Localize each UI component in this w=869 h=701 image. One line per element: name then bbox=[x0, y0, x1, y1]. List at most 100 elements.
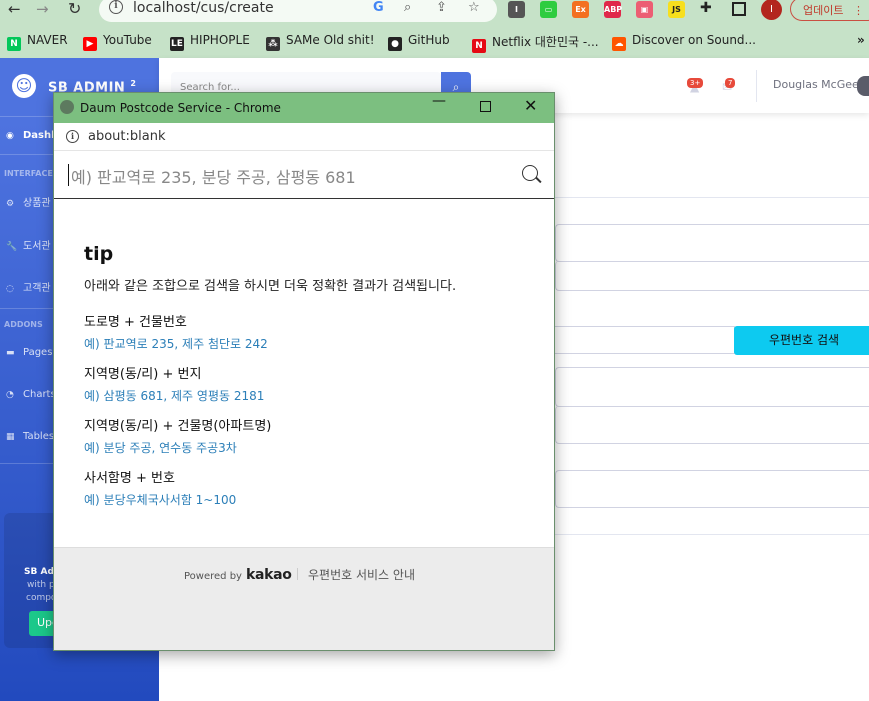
powered-by-text: Powered by bbox=[184, 571, 242, 582]
bookmark-label: Discover on Sound... bbox=[632, 33, 756, 47]
postcode-search-box[interactable]: 예) 판교역로 235, 분당 주공, 삼평동 681 bbox=[54, 152, 554, 199]
sidebar-item-1[interactable]: 🔧 도서관 bbox=[6, 237, 51, 252]
service-guide-link[interactable]: 우편번호 서비스 안내 bbox=[308, 566, 415, 583]
sidebar-icon: 🔧 bbox=[6, 242, 18, 252]
form-divider bbox=[555, 534, 869, 535]
popup-title: Daum Postcode Service - Chrome bbox=[80, 101, 281, 115]
update-button[interactable]: 업데이트 ⋮ bbox=[790, 0, 869, 21]
sidebar-icon: ▦ bbox=[6, 432, 15, 442]
close-icon[interactable]: ✕ bbox=[524, 96, 537, 115]
youtube-icon: ▶ bbox=[83, 37, 97, 51]
maximize-icon[interactable] bbox=[480, 101, 491, 112]
sidebar-item-label: Tables bbox=[23, 431, 55, 442]
globe-icon bbox=[60, 100, 74, 114]
url-text: localhost/cus/create bbox=[133, 0, 274, 16]
popup-titlebar[interactable]: Daum Postcode Service - Chrome — ✕ bbox=[54, 93, 554, 123]
sidebar-item-dashboard[interactable]: ◉ Dashb bbox=[6, 130, 58, 141]
naver-icon: N bbox=[7, 37, 21, 51]
sidebar-icon: ▬ bbox=[6, 348, 15, 358]
reload-icon[interactable]: ↻ bbox=[68, 0, 81, 20]
search-tip-category: 지역명(동/리) + 건물명(아파트명) bbox=[84, 419, 272, 434]
sidebar-item-label: 고객관 bbox=[23, 283, 51, 294]
zoom-icon[interactable]: ⌕ bbox=[404, 0, 411, 15]
address-bar[interactable]: i localhost/cus/create G ⌕ ⇪ ☆ bbox=[99, 0, 497, 22]
more-bookmarks-icon[interactable]: » bbox=[857, 33, 865, 47]
form-input[interactable] bbox=[555, 261, 869, 291]
popup-address-bar: i about:blank bbox=[54, 123, 554, 151]
laugh-wink-icon: ☺ bbox=[12, 74, 36, 98]
sidebar-item-2[interactable]: ◌ 고객관 bbox=[6, 279, 51, 294]
back-icon[interactable]: ← bbox=[8, 0, 21, 20]
sidebar-addon-2[interactable]: ▦ Tables bbox=[6, 431, 54, 442]
promo-text-2: compo bbox=[26, 593, 57, 603]
search-tip-example: 예) 분당우체국사서함 1~100 bbox=[84, 493, 237, 507]
profile-avatar[interactable]: I bbox=[761, 0, 782, 20]
browser-toolbar: ← → ↻ i localhost/cus/create G ⌕ ⇪ ☆ I ▭ E… bbox=[0, 0, 869, 58]
sidebar-icon: ⚙ bbox=[6, 199, 15, 209]
hiphople-icon: LE bbox=[170, 37, 184, 51]
brand-sup: 2 bbox=[130, 79, 137, 88]
extensions-puzzle-icon[interactable]: ✚ bbox=[700, 0, 712, 16]
tip-title: tip bbox=[84, 243, 114, 265]
bookmark-4[interactable]: ● GitHub bbox=[388, 33, 450, 51]
extension-icon[interactable]: I bbox=[508, 1, 525, 18]
zipcode-input[interactable] bbox=[555, 326, 735, 354]
update-label: 업데이트 bbox=[803, 4, 844, 17]
bookmark-label: SAMe Old shit! bbox=[286, 33, 375, 47]
bookmark-0[interactable]: N NAVER bbox=[7, 33, 68, 51]
menu-dots-icon: ⋮ bbox=[852, 4, 864, 17]
tip-description: 아래와 같은 조합으로 검색을 하시면 더욱 정확한 결과가 검색됩니다. bbox=[84, 279, 457, 294]
bookmark-label: NAVER bbox=[27, 33, 68, 47]
info-icon[interactable]: i bbox=[66, 130, 79, 143]
sidebar-icon: ◌ bbox=[6, 284, 14, 294]
kakao-logo[interactable]: kakao bbox=[246, 567, 292, 583]
bookmark-6[interactable]: ☁ Discover on Sound... bbox=[612, 33, 756, 51]
sidebar-item-0[interactable]: ⚙ 상품관 bbox=[6, 194, 51, 209]
extension-icon[interactable]: ABP bbox=[604, 1, 622, 18]
promo-text-1: with p bbox=[27, 580, 55, 590]
bookmark-3[interactable]: ⁂ SAMe Old shit! bbox=[266, 33, 375, 51]
sidebar-item-label: 도서관 bbox=[23, 241, 51, 252]
user-name[interactable]: Douglas McGee bbox=[773, 78, 859, 91]
share-icon[interactable]: ⇪ bbox=[436, 0, 447, 15]
site-info-icon[interactable]: i bbox=[109, 0, 123, 14]
bookmark-5[interactable]: N Netflix 대한민국 -... bbox=[472, 33, 599, 53]
form-divider bbox=[555, 197, 869, 198]
search-icon[interactable] bbox=[522, 165, 538, 181]
extension-icon[interactable]: JS bbox=[668, 1, 685, 18]
postcode-popup-window: Daum Postcode Service - Chrome — ✕ i abo… bbox=[53, 92, 555, 651]
user-avatar[interactable] bbox=[857, 76, 869, 96]
form-input[interactable] bbox=[555, 470, 869, 508]
search-tip-category: 도로명 + 건물번호 bbox=[84, 315, 187, 330]
popup-url: about:blank bbox=[88, 129, 166, 144]
bookmark-2[interactable]: LE HIPHOPLE bbox=[170, 33, 250, 51]
search-tip-example: 예) 삼평동 681, 제주 영평동 2181 bbox=[84, 389, 265, 403]
search-tip-example: 예) 분당 주공, 연수동 주공3차 bbox=[84, 441, 237, 455]
extension-icon[interactable]: ▭ bbox=[540, 1, 557, 18]
bookmark-star-icon[interactable]: ☆ bbox=[468, 0, 480, 15]
same-icon: ⁂ bbox=[266, 37, 280, 51]
search-tip-category: 사서함명 + 번호 bbox=[84, 471, 175, 486]
powered-by: Powered by kakao bbox=[184, 567, 292, 583]
google-icon[interactable]: G bbox=[373, 0, 384, 15]
bookmark-label: GitHub bbox=[408, 33, 450, 47]
netflix-icon: N bbox=[472, 39, 486, 53]
bookmark-1[interactable]: ▶ YouTube bbox=[83, 33, 152, 51]
sidebar-addon-1[interactable]: ◔ Charts bbox=[6, 389, 56, 400]
sidepanel-icon[interactable] bbox=[732, 2, 746, 16]
zipcode-search-button[interactable]: 우편번호 검색 bbox=[734, 326, 869, 355]
footer-divider bbox=[297, 568, 298, 580]
sidebar-addon-0[interactable]: ▬ Pages bbox=[6, 347, 52, 358]
form-input[interactable] bbox=[555, 406, 869, 444]
form-input[interactable] bbox=[555, 367, 869, 407]
form-input[interactable] bbox=[555, 224, 869, 262]
postcode-search-input[interactable]: 예) 판교역로 235, 분당 주공, 삼평동 681 bbox=[68, 164, 356, 187]
extension-icon[interactable]: ▣ bbox=[636, 1, 653, 18]
extension-icon[interactable]: Ex bbox=[572, 1, 589, 18]
soundcloud-icon: ☁ bbox=[612, 37, 626, 51]
popup-footer: Powered by kakao 우편번호 서비스 안내 bbox=[54, 547, 554, 650]
minimize-icon[interactable]: — bbox=[432, 93, 446, 109]
alerts-badge: 3+ bbox=[687, 78, 704, 88]
sidebar-heading-interface: INTERFACE bbox=[4, 169, 53, 178]
forward-icon[interactable]: → bbox=[36, 0, 49, 20]
